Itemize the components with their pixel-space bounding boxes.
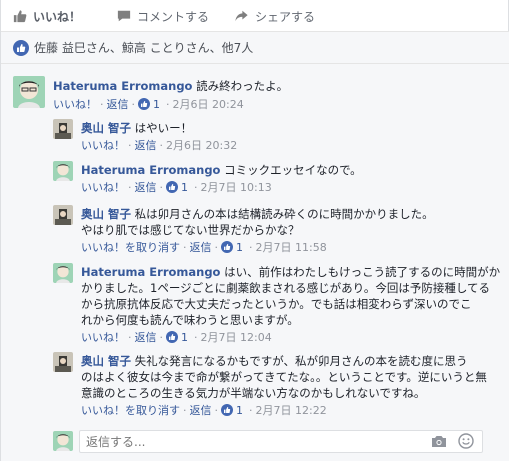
comment-like-count[interactable]: 1: [166, 331, 188, 344]
comment-reply-link[interactable]: 返信: [107, 96, 129, 112]
comment-timestamp[interactable]: 2月6日 20:24: [173, 96, 244, 112]
share-button-label: シェアする: [255, 9, 316, 24]
comment-meta: いいね！ · 返信 · 1 · 2月7日 10:13: [81, 179, 272, 195]
reply-input[interactable]: [79, 430, 483, 453]
comment-author[interactable]: Hateruma Erromango: [53, 79, 192, 93]
comment-meta: いいね！ · 返信 · 2月6日 20:32: [81, 137, 238, 153]
comment-author[interactable]: 奥山 智子: [81, 207, 131, 221]
comment-timestamp[interactable]: 2月7日 10:13: [201, 179, 272, 195]
reactions-summary-text[interactable]: 佐藤 益巳さん、鯨高 ことりさん、他7人: [34, 39, 253, 56]
like-badge-icon: [166, 331, 178, 343]
comment-reply-link[interactable]: 返信: [135, 137, 157, 153]
comment-timestamp[interactable]: 2月6日 20:32: [166, 137, 237, 153]
share-button[interactable]: シェアする: [234, 6, 315, 26]
comment-text: れから何度も読んで味わうと思いますが。: [81, 313, 299, 327]
comment-like-count[interactable]: 1: [166, 181, 188, 194]
comment-text: のはよく彼女は今まで命が繋がってきてたな。。ということです。逆にいうと無: [81, 370, 487, 384]
comment-meta: いいね！ · 返信 · 1 · 2月7日 12:04: [81, 329, 272, 345]
avatar[interactable]: [53, 205, 73, 225]
comment-text: はい、前作はわたしもけっこう読了するのに時間がか: [224, 265, 501, 279]
comment-icon: [117, 10, 131, 22]
comment-panel: いいね！ コメントする シェアする 佐藤 益巳さん、鯨高 ことりさん、他7人 H…: [0, 0, 509, 461]
comment-like-link[interactable]: いいね！: [53, 96, 97, 112]
camera-icon[interactable]: [431, 434, 447, 448]
comment-author[interactable]: Hateruma Erromango: [81, 163, 220, 177]
avatar: [53, 431, 73, 451]
like-badge-icon: [13, 39, 29, 56]
reactions-summary[interactable]: 佐藤 益巳さん、鯨高 ことりさん、他7人: [1, 32, 509, 64]
comment-like-count[interactable]: 1: [221, 404, 243, 417]
avatar[interactable]: [13, 76, 45, 108]
comment-author[interactable]: 奥山 智子: [81, 121, 131, 135]
comment-unlike-link[interactable]: いいね！を取り消す: [81, 239, 180, 255]
comment-text: 読み終わったよ。: [196, 79, 289, 93]
avatar[interactable]: [53, 352, 73, 372]
comment-text: から抗原抗体反応で大丈夫だったというか。でも話は相変わらず深いのでこ: [81, 297, 472, 311]
comment-reply-link[interactable]: 返信: [190, 402, 212, 418]
comment-button-label: コメントする: [137, 9, 210, 24]
reply-item: 奥山 智子 はやいー！ いいね！ · 返信 · 2月6日 20:32: [53, 119, 503, 155]
comment-like-count[interactable]: 1: [221, 241, 243, 254]
comment-reply-link[interactable]: 返信: [135, 179, 157, 195]
reply-composer: [53, 430, 483, 454]
smiley-icon[interactable]: [458, 433, 474, 449]
comment-meta: いいね！を取り消す · 返信 · 1 · 2月7日 12:22: [81, 402, 327, 418]
comment-like-link[interactable]: いいね！: [81, 137, 125, 153]
comment-timestamp[interactable]: 2月7日 11:58: [256, 239, 327, 255]
comment-timestamp[interactable]: 2月7日 12:04: [201, 329, 272, 345]
thumbs-up-icon: [13, 10, 27, 23]
comment-author[interactable]: 奥山 智子: [81, 354, 131, 368]
post-action-bar: いいね！ コメントする シェアする: [1, 0, 509, 32]
reply-item: Hateruma Erromango はい、前作はわたしもけっこう読了するのに時…: [53, 263, 503, 347]
reply-item: 奥山 智子 失礼な発言になるかもですが、私が卯月さんの本を読む度に思う のはよく…: [53, 352, 503, 420]
comment-unlike-link[interactable]: いいね！を取り消す: [81, 402, 180, 418]
like-badge-icon: [221, 241, 233, 253]
comment-like-link[interactable]: いいね！: [81, 179, 125, 195]
comment-text: はやいー！: [134, 121, 193, 135]
avatar[interactable]: [53, 263, 73, 283]
comment-button[interactable]: コメントする: [117, 6, 209, 26]
comment-timestamp[interactable]: 2月7日 12:22: [256, 402, 327, 418]
comment-text: かりました。1ページごとに劇薬飲まされる感じがあり。今回は予防接種してる: [81, 281, 491, 295]
share-icon: [235, 10, 248, 22]
comment-text: 意識のところの生きる気力が半端ない方なのかもしれないですね。: [81, 386, 426, 400]
like-badge-icon: [166, 181, 178, 193]
comment-reply-link[interactable]: 返信: [135, 329, 157, 345]
comment-text: コミックエッセイなので。: [224, 163, 362, 177]
like-badge-icon: [138, 98, 150, 110]
comment-meta: いいね！ · 返信 · 1 · 2月6日 20:24: [53, 96, 244, 112]
comments-list: Hateruma Erromango 読み終わったよ。 いいね！ · 返信 · …: [1, 64, 509, 461]
comment-reply-link[interactable]: 返信: [190, 239, 212, 255]
comment-like-count[interactable]: 1: [138, 98, 160, 111]
comment-text: やはり肌では感じてない世界だからかな？: [81, 223, 300, 237]
like-badge-icon: [221, 404, 233, 416]
reply-item: 奥山 智子 私は卯月さんの本は結構読み砕くのに時間かかりました。 やはり肌では感…: [53, 205, 503, 257]
avatar[interactable]: [53, 161, 73, 181]
reply-item: Hateruma Erromango コミックエッセイなので。 いいね！ · 返…: [53, 161, 503, 197]
comment-author[interactable]: Hateruma Erromango: [81, 265, 220, 279]
comment-text: 私は卯月さんの本は結構読み砕くのに時間かかりました。: [134, 207, 434, 221]
avatar[interactable]: [53, 119, 73, 139]
comment-like-link[interactable]: いいね！: [81, 329, 125, 345]
comment-text: 失礼な発言になるかもですが、私が卯月さんの本を読む度に思う: [134, 354, 468, 368]
like-button[interactable]: いいね！: [13, 6, 81, 26]
comment-meta: いいね！を取り消す · 返信 · 1 · 2月7日 11:58: [81, 239, 327, 255]
like-button-label: いいね！: [33, 9, 82, 24]
